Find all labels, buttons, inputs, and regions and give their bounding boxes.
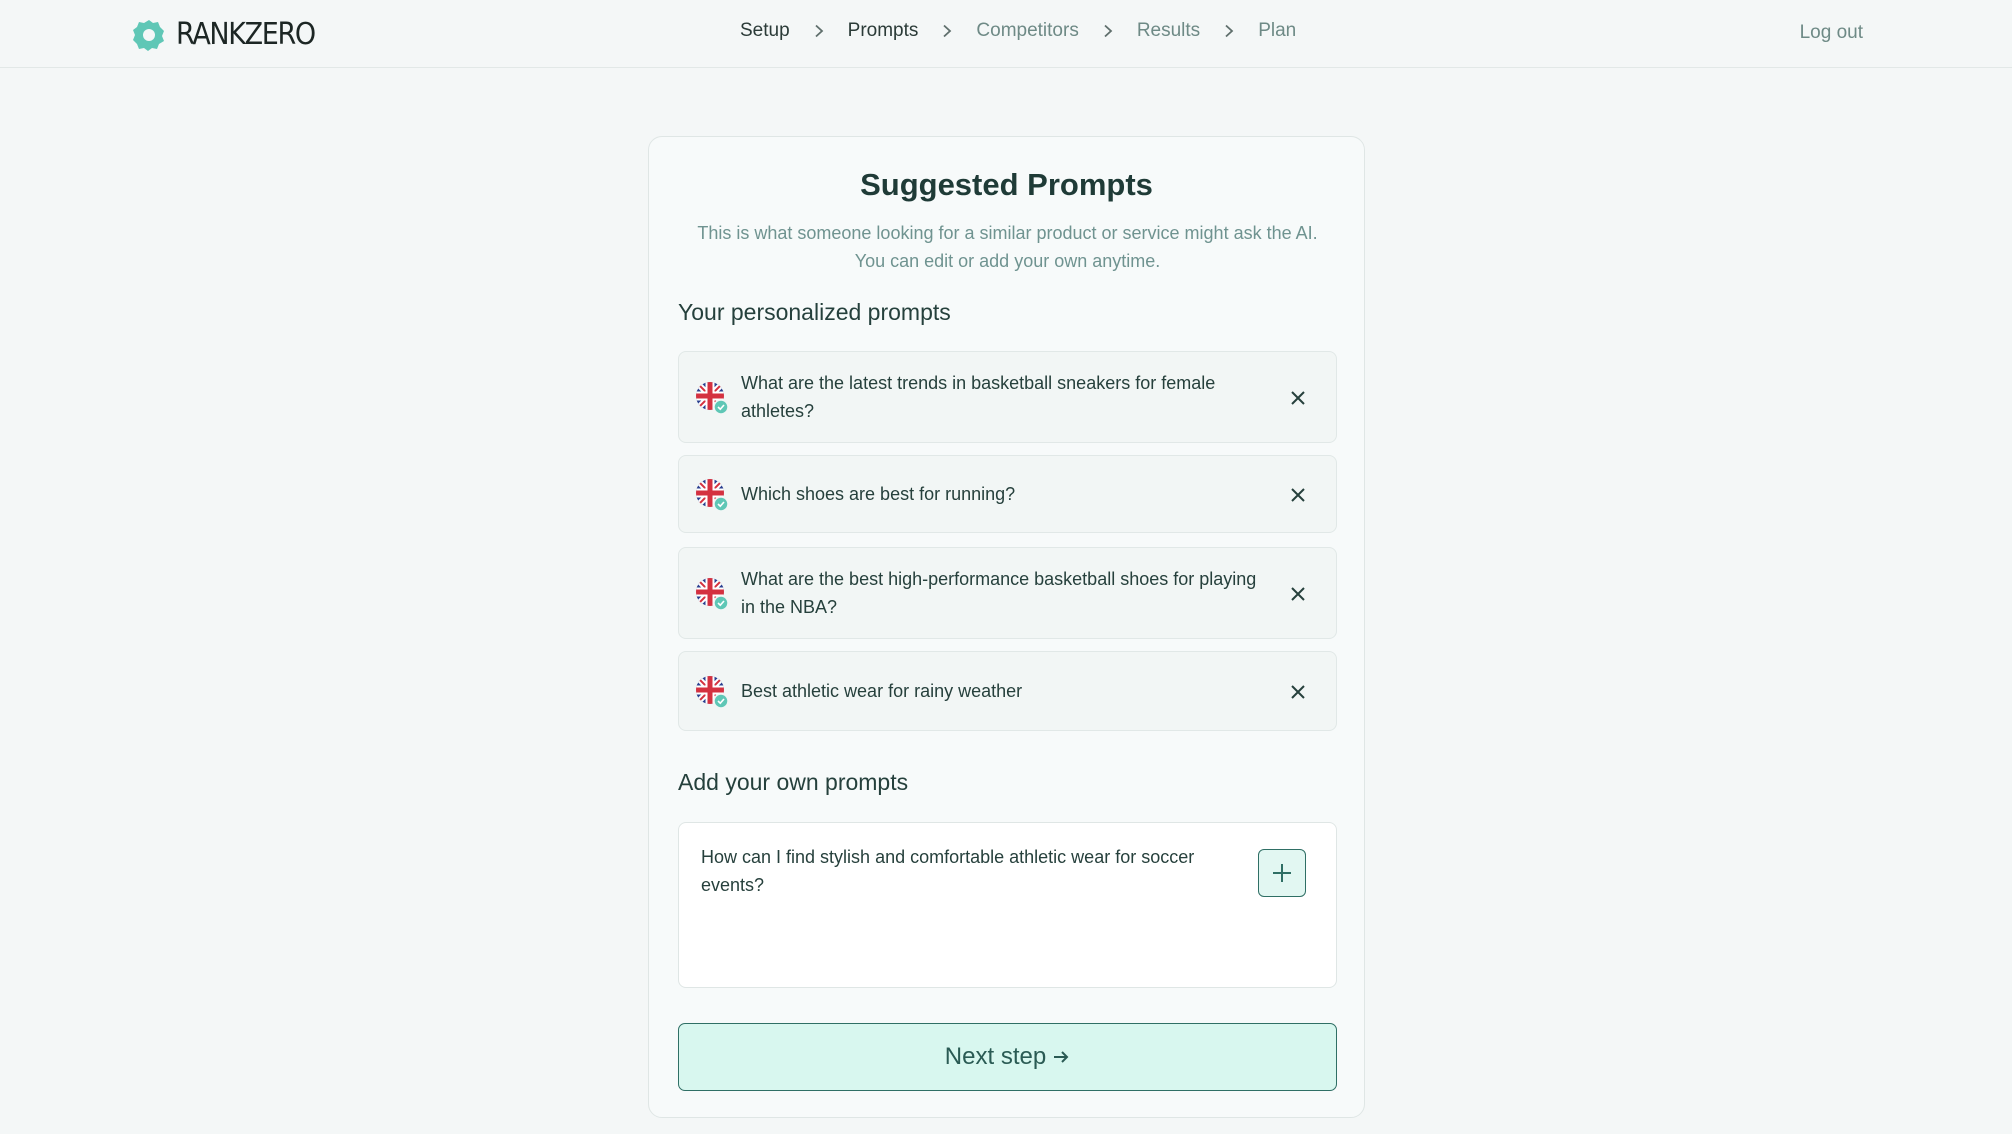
close-icon bbox=[1291, 587, 1305, 601]
chevron-right-icon bbox=[1220, 21, 1238, 41]
page-title: Suggested Prompts bbox=[860, 167, 1153, 202]
brand-logo-icon bbox=[133, 19, 164, 51]
page-subtitle: This is what someone looking for a simil… bbox=[669, 219, 1346, 275]
prompt-item[interactable]: Which shoes are best for running? bbox=[678, 455, 1337, 533]
prompt-text[interactable]: Best athletic wear for rainy weather bbox=[741, 677, 1261, 705]
arrow-right-icon bbox=[1054, 1051, 1069, 1063]
subtitle-line: This is what someone looking for a simil… bbox=[697, 223, 1318, 243]
plus-icon bbox=[1273, 864, 1291, 882]
step-setup[interactable]: Setup bbox=[740, 20, 790, 42]
remove-prompt-button[interactable] bbox=[1286, 680, 1310, 704]
add-prompts-heading: Add your own prompts bbox=[678, 769, 909, 795]
step-prompts[interactable]: Prompts bbox=[848, 20, 919, 42]
personalized-prompts-heading: Your personalized prompts bbox=[678, 299, 951, 325]
logout-link[interactable]: Log out bbox=[1800, 22, 1863, 44]
uk-flag-icon bbox=[696, 479, 729, 512]
add-prompt-button[interactable] bbox=[1258, 849, 1306, 897]
close-icon bbox=[1291, 391, 1305, 405]
chevron-right-icon bbox=[1099, 21, 1117, 41]
prompt-text[interactable]: What are the latest trends in basketball… bbox=[741, 369, 1261, 425]
brand-name: RANKZERO bbox=[176, 17, 316, 52]
close-icon bbox=[1291, 685, 1305, 699]
subtitle-line: You can edit or add your own anytime. bbox=[854, 251, 1161, 271]
uk-flag-icon bbox=[696, 382, 729, 415]
remove-prompt-button[interactable] bbox=[1286, 386, 1310, 410]
step-results[interactable]: Results bbox=[1137, 20, 1200, 42]
add-prompt-box: How can I find stylish and comfortable a… bbox=[678, 822, 1337, 988]
next-step-label: Next step bbox=[944, 1043, 1047, 1070]
remove-prompt-button[interactable] bbox=[1286, 582, 1310, 606]
prompt-text[interactable]: Which shoes are best for running? bbox=[741, 480, 1261, 508]
brand-logo[interactable]: RANKZERO bbox=[132, 17, 330, 52]
remove-prompt-button[interactable] bbox=[1286, 483, 1310, 507]
chevron-right-icon bbox=[810, 21, 828, 41]
close-icon bbox=[1291, 488, 1305, 502]
add-prompt-input[interactable]: How can I find stylish and comfortable a… bbox=[701, 843, 1241, 963]
prompt-item[interactable]: What are the best high-performance baske… bbox=[678, 547, 1337, 639]
step-plan[interactable]: Plan bbox=[1258, 20, 1296, 42]
next-step-button[interactable]: Next step bbox=[678, 1023, 1337, 1091]
uk-flag-icon bbox=[696, 578, 729, 611]
chevron-right-icon bbox=[938, 21, 956, 41]
suggested-prompts-card: Suggested Prompts This is what someone l… bbox=[648, 136, 1365, 1118]
prompt-item[interactable]: Best athletic wear for rainy weather bbox=[678, 651, 1337, 731]
prompt-item[interactable]: What are the latest trends in basketball… bbox=[678, 351, 1337, 443]
top-navigation-bar: RANKZERO Setup Prompts Competitors Resul… bbox=[0, 0, 2012, 68]
prompt-text[interactable]: What are the best high-performance baske… bbox=[741, 565, 1261, 621]
step-competitors[interactable]: Competitors bbox=[976, 20, 1078, 42]
uk-flag-icon bbox=[696, 676, 729, 709]
progress-steps: Setup Prompts Competitors Results Plan bbox=[740, 20, 1296, 42]
